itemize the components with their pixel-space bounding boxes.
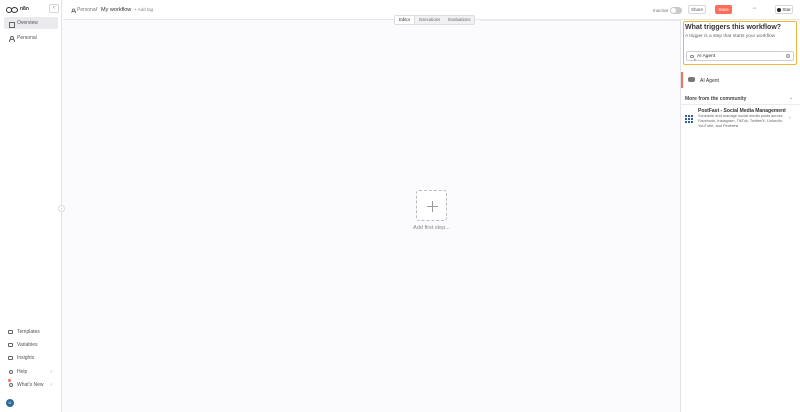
sidebar-item-label: What's New: [17, 382, 44, 388]
bell-icon: [8, 383, 13, 388]
breadcrumb-project[interactable]: Personal: [70, 7, 97, 13]
sidebar-item-help[interactable]: Help ›: [4, 366, 58, 378]
template-description: Schedule and manage social media posts a…: [698, 113, 783, 128]
chevron-right-icon: ›: [50, 369, 52, 375]
chevron-down-icon[interactable]: ⌄: [789, 95, 793, 101]
search-result-ai-agent[interactable]: AI Agent: [681, 72, 800, 88]
templates-icon: [8, 329, 13, 335]
github-star-button[interactable]: Star: [775, 5, 793, 14]
result-label: AI Agent: [700, 78, 719, 84]
sidebar: n8n ‹ Overview Personal Templates Variab…: [0, 0, 62, 412]
view-tabs: Editor Executions Evaluations: [394, 15, 476, 25]
active-status-label: Inactive: [653, 7, 669, 13]
breadcrumb-separator: /: [96, 7, 98, 13]
logo-text: n8n: [20, 6, 29, 12]
share-button[interactable]: Share: [688, 5, 706, 14]
save-button[interactable]: Save: [715, 5, 732, 14]
sidebar-item-label: Variables: [17, 342, 38, 348]
avatar[interactable]: U: [6, 399, 14, 407]
insights-icon: [8, 355, 13, 361]
active-toggle[interactable]: [670, 6, 682, 14]
sidebar-item-variables[interactable]: Variables: [4, 339, 58, 351]
add-first-step-label: Add first step...: [413, 225, 450, 231]
sidebar-item-whats-new[interactable]: What's New ›: [4, 379, 58, 391]
sidebar-item-label: Overview: [17, 20, 38, 26]
sidebar-item-label: Personal: [17, 35, 37, 41]
clear-icon[interactable]: ×: [786, 54, 790, 58]
user-icon: [8, 35, 15, 42]
workflow-title[interactable]: My workflow: [101, 7, 131, 13]
add-first-step-button[interactable]: [416, 190, 447, 221]
home-icon: [8, 21, 15, 28]
panel-subtitle: A trigger is a step that starts your wor…: [685, 34, 776, 39]
tab-editor[interactable]: Editor: [395, 16, 416, 24]
user-icon: [70, 8, 76, 13]
n8n-logo-icon: [6, 6, 18, 13]
panel-title: What triggers this workflow?: [685, 24, 782, 31]
sidebar-item-templates[interactable]: Templates: [4, 326, 58, 338]
collapse-sidebar-button[interactable]: ‹: [49, 4, 59, 13]
chevron-right-icon[interactable]: ›: [789, 115, 791, 121]
sidebar-item-overview[interactable]: Overview: [4, 17, 58, 29]
variables-icon: [8, 342, 13, 348]
tab-executions[interactable]: Executions: [415, 16, 444, 24]
sidebar-item-insights[interactable]: Insights: [4, 352, 58, 364]
divider: [680, 104, 800, 105]
help-icon: [8, 370, 13, 375]
breadcrumb-project-label: Personal: [77, 7, 97, 13]
sidebar-resize-handle[interactable]: ‹: [58, 205, 65, 212]
community-section-title[interactable]: More from the community: [685, 96, 746, 102]
more-options-button[interactable]: ···: [752, 5, 757, 12]
search-icon: [690, 54, 694, 58]
sidebar-item-label: Templates: [17, 329, 40, 335]
tab-evaluations[interactable]: Evaluations: [444, 16, 474, 24]
divider: [480, 20, 680, 21]
logo[interactable]: n8n: [6, 6, 29, 13]
template-app-icon: [685, 115, 693, 123]
sidebar-item-personal[interactable]: Personal: [4, 32, 58, 44]
chevron-right-icon: ›: [50, 382, 52, 388]
search-input[interactable]: [697, 53, 782, 60]
github-icon: [777, 7, 782, 12]
star-label: Star: [782, 7, 791, 12]
sidebar-item-label: Help: [17, 369, 28, 375]
add-tag-button[interactable]: + Add tag: [134, 7, 153, 12]
search-field[interactable]: ×: [686, 51, 794, 61]
robot-icon: [688, 77, 695, 82]
sidebar-item-label: Insights: [17, 355, 35, 361]
